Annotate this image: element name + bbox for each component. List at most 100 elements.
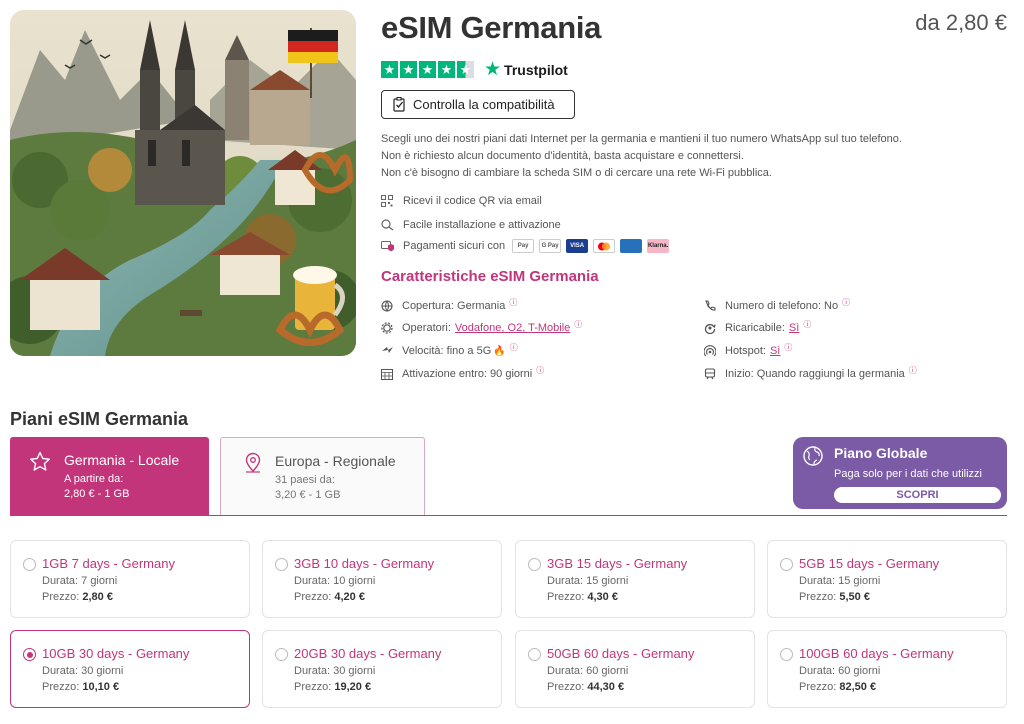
plans-title: Piani eSIM Germania [10, 409, 189, 429]
info-icon[interactable]: ⓘ [803, 319, 811, 330]
plan-duration: Durata: 15 giorni [547, 575, 629, 587]
plan-card[interactable]: 100GB 60 days - Germany Durata: 60 giorn… [767, 630, 1007, 708]
plan-card[interactable]: 3GB 10 days - Germany Durata: 10 giorni … [262, 540, 502, 618]
amex-icon [620, 239, 643, 253]
location-pin-icon [243, 452, 263, 479]
apple-pay-icon: Pay [512, 239, 535, 253]
plan-card[interactable]: 20GB 30 days - Germany Durata: 30 giorni… [262, 630, 502, 708]
plan-card[interactable]: 3GB 15 days - Germany Durata: 15 giorni … [515, 540, 755, 618]
tab-label: Europa - Regionale [275, 453, 396, 469]
plan-price: Prezzo: 4,20 € [294, 591, 365, 603]
hotspot-link[interactable]: Sì [770, 345, 780, 357]
trustpilot-rating[interactable]: ★ ★ ★ ★ ★ ★ Trustpilot [381, 58, 568, 81]
spec-operators: Operatori: Vodafone, O2, T-Mobile ⓘ [381, 319, 582, 334]
plan-price: Prezzo: 44,30 € [547, 681, 625, 693]
discover-button[interactable]: SCOPRI [834, 487, 1001, 503]
global-plan-card[interactable]: Piano Globale Paga solo per i dati che u… [793, 437, 1007, 509]
check-compatibility-button[interactable]: Controlla la compatibilità [381, 90, 575, 119]
hotspot-icon [704, 345, 718, 357]
plan-card[interactable]: 1GB 7 days - Germany Durata: 7 giorni Pr… [10, 540, 250, 618]
spec-coverage: Copertura: Germania ⓘ [381, 297, 517, 312]
spec-hotspot: Hotspot: Sì ⓘ [704, 342, 792, 357]
star-outline-icon [29, 451, 51, 478]
product-description: Scegli uno dei nostri piani dati Interne… [381, 133, 902, 179]
plan-name: 1GB 7 days - Germany [42, 556, 175, 571]
info-icon[interactable]: ⓘ [510, 342, 518, 353]
payment-methods: Pay G Pay VISA Klarna. [512, 239, 670, 253]
trustpilot-star-icon: ★ [484, 59, 502, 80]
global-plan-title: Piano Globale [834, 445, 928, 461]
feature-install: Facile installazione e attivazione [381, 218, 561, 231]
spec-start: Inizio: Quando raggiungi la germania ⓘ [704, 365, 917, 380]
tab-europa-regionale[interactable]: Europa - Regionale 31 paesi da: 3,20 € -… [220, 437, 425, 515]
spec-speed: Velocità: fino a 5G 🔥 ⓘ [381, 342, 518, 357]
germany-illustration [10, 10, 356, 356]
features-title: Caratteristiche eSIM Germania [381, 268, 599, 285]
star-icon: ★ [419, 61, 436, 78]
tab-divider [10, 515, 1007, 516]
operators-link[interactable]: Vodafone, O2, T-Mobile [455, 322, 570, 334]
info-icon[interactable]: ⓘ [909, 365, 917, 376]
plan-duration: Durata: 60 giorni [799, 665, 881, 677]
plan-price: Prezzo: 10,10 € [42, 681, 120, 693]
info-icon[interactable]: ⓘ [536, 365, 544, 376]
radio-button[interactable] [23, 558, 36, 571]
global-plan-subtitle: Paga solo per i dati che utilizzi [834, 468, 982, 480]
feature-qr: Ricevi il codice QR via email [381, 195, 542, 207]
plan-price: Prezzo: 2,80 € [42, 591, 113, 603]
plan-name: 3GB 10 days - Germany [294, 556, 435, 571]
mastercard-icon [593, 239, 616, 253]
klarna-icon: Klarna. [647, 239, 670, 253]
star-icon: ★ [438, 61, 455, 78]
recharge-icon [704, 322, 718, 334]
spec-phone-number: Numero di telefono: No ⓘ [704, 297, 850, 312]
plan-name: 50GB 60 days - Germany [547, 646, 695, 661]
spec-activation: Attivazione entro: 90 giorni ⓘ [381, 365, 544, 380]
tab-label: Germania - Locale [64, 452, 180, 468]
visa-icon: VISA [566, 239, 589, 253]
plan-name: 10GB 30 days - Germany [42, 646, 190, 661]
info-icon[interactable]: ⓘ [574, 319, 582, 330]
half-star-icon: ★ [457, 61, 474, 78]
train-icon [704, 368, 718, 380]
tab-germania-locale[interactable]: Germania - Locale A partire da: 2,80 € -… [10, 437, 209, 515]
radio-button[interactable] [528, 648, 541, 661]
plan-card[interactable]: 50GB 60 days - Germany Durata: 60 giorni… [515, 630, 755, 708]
plan-name: 20GB 30 days - Germany [294, 646, 442, 661]
plan-name: 100GB 60 days - Germany [799, 646, 954, 661]
radio-button[interactable] [528, 558, 541, 571]
secure-payment-icon [381, 240, 395, 252]
globe-icon [802, 445, 824, 472]
radio-button[interactable] [275, 648, 288, 661]
phone-icon [704, 300, 718, 312]
installation-icon [381, 218, 395, 231]
page-title: eSIM Germania [381, 10, 602, 45]
signal-icon [381, 345, 395, 357]
radio-button[interactable] [780, 648, 793, 661]
info-icon[interactable]: ⓘ [842, 297, 850, 308]
plan-card[interactable]: 5GB 15 days - Germany Durata: 15 giorni … [767, 540, 1007, 618]
plan-price: Prezzo: 19,20 € [294, 681, 372, 693]
info-icon[interactable]: ⓘ [509, 297, 517, 308]
plan-name: 5GB 15 days - Germany [799, 556, 940, 571]
radio-button-checked[interactable] [23, 648, 36, 661]
plan-duration: Durata: 15 giorni [799, 575, 881, 587]
trustpilot-logo: ★ Trustpilot [484, 59, 568, 80]
rating-stars: ★ ★ ★ ★ ★ [381, 61, 474, 78]
plan-card-selected[interactable]: 10GB 30 days - Germany Durata: 30 giorni… [10, 630, 250, 708]
tab-subtitle: A partire da: 2,80 € - 1 GB [64, 473, 130, 500]
plan-price: Prezzo: 82,50 € [799, 681, 877, 693]
price-from: da 2,80 € [915, 10, 1007, 35]
rechargeable-link[interactable]: Sì [789, 322, 799, 334]
plan-duration: Durata: 7 giorni [42, 575, 118, 587]
checklist-icon [393, 97, 407, 112]
info-icon[interactable]: ⓘ [784, 342, 792, 353]
calendar-icon [381, 368, 395, 380]
google-pay-icon: G Pay [539, 239, 562, 253]
star-icon: ★ [400, 61, 417, 78]
radio-button[interactable] [780, 558, 793, 571]
plan-duration: Durata: 30 giorni [294, 665, 376, 677]
feature-payments: Pagamenti sicuri con Pay G Pay VISA Klar… [381, 239, 670, 253]
radio-button[interactable] [275, 558, 288, 571]
plan-duration: Durata: 60 giorni [547, 665, 629, 677]
